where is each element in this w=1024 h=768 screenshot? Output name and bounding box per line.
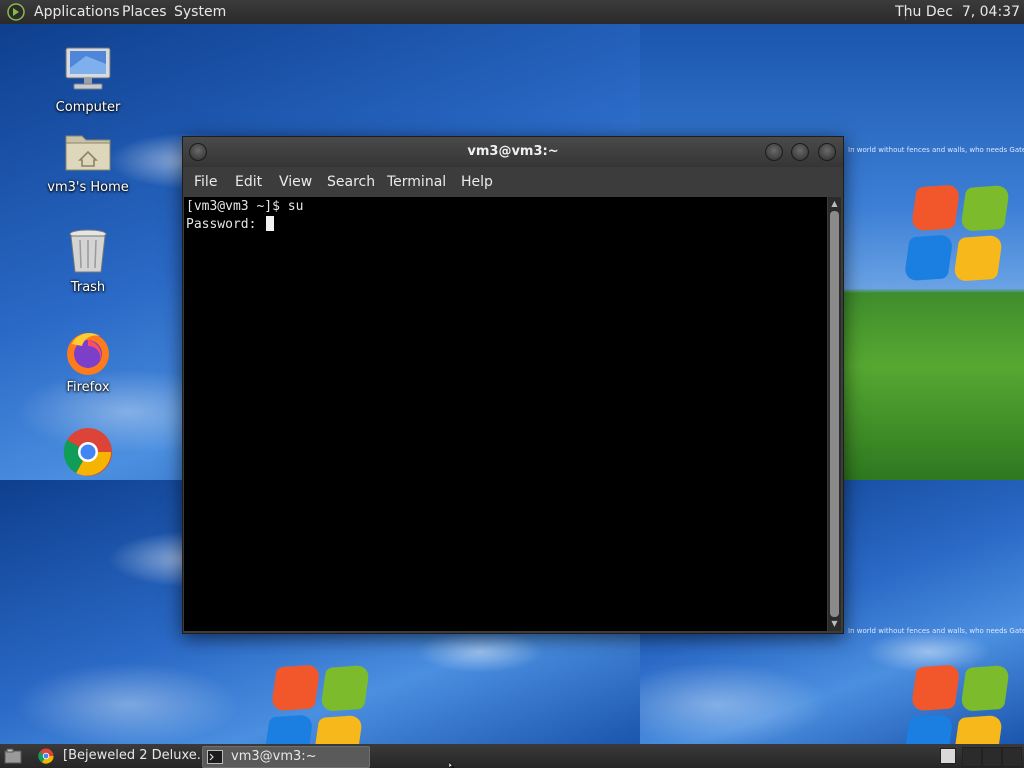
- desktop-icon-chrome[interactable]: [33, 426, 143, 480]
- bottom-panel: [Bejeweled 2 Deluxe... vm3@vm3:~: [0, 744, 1024, 768]
- windows-logo-icon: [903, 181, 1012, 284]
- show-desktop-icon[interactable]: [4, 748, 22, 764]
- computer-icon: [62, 46, 114, 98]
- wallpaper-caption: In world without fences and walls, who n…: [848, 627, 1024, 635]
- workspace-2[interactable]: [962, 747, 982, 767]
- clock[interactable]: Thu Dec 7, 04:37: [895, 0, 1020, 24]
- chrome-icon: [62, 426, 114, 478]
- terminal-window[interactable]: vm3@vm3:~ File Edit View Search Terminal…: [182, 136, 844, 634]
- terminal-line-text: Password:: [186, 217, 265, 232]
- menu-view[interactable]: View: [279, 167, 312, 197]
- desktop-icon-computer[interactable]: Computer: [33, 46, 143, 115]
- terminal-line: [vm3@vm3 ~]$ su: [186, 198, 303, 216]
- gnome-foot-icon[interactable]: [7, 3, 25, 21]
- applications-menu[interactable]: Applications: [34, 0, 120, 24]
- terminal-menubar: File Edit View Search Terminal Help: [183, 167, 843, 197]
- trash-icon: [62, 226, 114, 278]
- windows-logo-icon: [263, 661, 372, 744]
- scroll-up-icon[interactable]: ▲: [829, 199, 840, 209]
- taskbar-button-terminal[interactable]: vm3@vm3:~: [202, 746, 370, 768]
- taskbar-button-bejeweled[interactable]: [Bejeweled 2 Deluxe...: [34, 746, 200, 766]
- desktop-icon-label: Firefox: [66, 380, 110, 395]
- desktop-icon-trash[interactable]: Trash: [33, 226, 143, 295]
- scrollbar-thumb[interactable]: [830, 211, 839, 617]
- window-title: vm3@vm3:~: [467, 144, 559, 159]
- workspace-1[interactable]: [940, 748, 956, 764]
- workspace-3[interactable]: [982, 747, 1002, 767]
- text-cursor: [266, 216, 275, 231]
- desktop-icon-label: Computer: [55, 100, 121, 115]
- desktop-icon-label: Trash: [70, 280, 106, 295]
- menu-edit[interactable]: Edit: [235, 167, 262, 197]
- scroll-down-icon[interactable]: ▼: [829, 619, 840, 629]
- chrome-icon: [38, 748, 54, 764]
- desktop-icon-firefox[interactable]: Firefox: [33, 326, 143, 395]
- home-folder-icon: [62, 126, 114, 178]
- desktop-icon-label: vm3's Home: [47, 180, 129, 195]
- terminal-line-text: [vm3@vm3 ~]$ su: [186, 199, 304, 214]
- system-menu[interactable]: System: [174, 0, 226, 24]
- workspace-4[interactable]: [1002, 747, 1022, 767]
- close-button[interactable]: [818, 143, 836, 161]
- firefox-icon: [62, 326, 114, 378]
- wallpaper-caption: In world without fences and walls, who n…: [848, 146, 1024, 154]
- terminal-line: Password:: [186, 216, 275, 234]
- menu-file[interactable]: File: [194, 167, 217, 197]
- windows-logo-icon: [903, 661, 1012, 744]
- taskbar-button-label: [Bejeweled 2 Deluxe...: [63, 748, 200, 763]
- window-titlebar[interactable]: vm3@vm3:~: [183, 137, 843, 167]
- taskbar-button-label: vm3@vm3:~: [231, 749, 317, 764]
- terminal-icon: [207, 750, 223, 764]
- top-panel: Applications Places System Thu Dec 7, 04…: [0, 0, 1024, 24]
- maximize-button[interactable]: [791, 143, 809, 161]
- menu-help[interactable]: Help: [461, 167, 493, 197]
- terminal-scrollbar[interactable]: ▲ ▼: [828, 197, 841, 631]
- desktop-icon-home[interactable]: vm3's Home: [33, 126, 143, 195]
- menu-search[interactable]: Search: [327, 167, 375, 197]
- places-menu[interactable]: Places: [122, 0, 167, 24]
- minimize-button[interactable]: [765, 143, 783, 161]
- terminal-screen[interactable]: [vm3@vm3 ~]$ su Password:: [184, 197, 827, 631]
- mouse-pointer-icon: [449, 762, 455, 768]
- menu-terminal[interactable]: Terminal: [387, 167, 446, 197]
